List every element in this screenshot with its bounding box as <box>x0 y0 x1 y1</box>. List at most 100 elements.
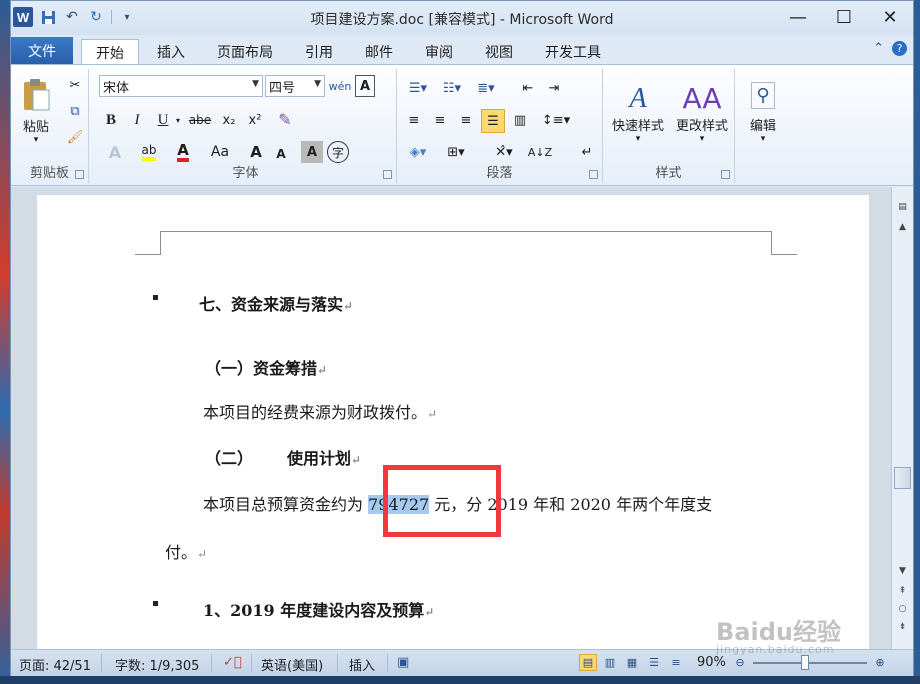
crop-mark-left <box>135 231 161 255</box>
tab-developer[interactable]: 开发工具 <box>535 39 611 65</box>
line-spacing-icon[interactable]: ↕≡▾ <box>541 109 571 131</box>
zoom-slider-track[interactable] <box>753 662 867 664</box>
change-styles-button[interactable]: AA 更改样式 ▾ <box>671 73 733 153</box>
zoom-level[interactable]: 90% <box>697 655 726 670</box>
chevron-down-icon[interactable]: ▾ <box>173 109 183 131</box>
previous-page-icon[interactable]: ⇞ <box>894 583 911 599</box>
highlight-color-icon[interactable]: ab <box>135 141 163 163</box>
heading-funding-raise[interactable]: （一）资金筹措↵ <box>205 355 327 379</box>
heading-usage-plan[interactable]: （二） 使用计划↵ <box>205 445 361 469</box>
borders-icon[interactable]: ⊞▾ <box>441 141 471 163</box>
heading-funding-source[interactable]: 七、资金来源与落实↵ <box>199 291 353 315</box>
tab-home[interactable]: 开始 <box>81 39 139 65</box>
baidu-watermark: Baidu经验 jingyan.baidu.com <box>716 618 841 656</box>
character-border-icon[interactable]: A <box>355 75 375 97</box>
ruler-toggle-icon[interactable]: ▤ <box>894 199 911 215</box>
tab-page-layout[interactable]: 页面布局 <box>207 39 283 65</box>
cut-icon[interactable]: ✂ <box>65 75 85 95</box>
text-effects-icon[interactable]: A <box>101 141 129 163</box>
grow-font-button[interactable]: A <box>245 141 267 163</box>
document-page[interactable]: 七、资金来源与落实↵ （一）资金筹措↵ 本项目的经费来源为财政拨付。↵ （二）使… <box>37 195 869 649</box>
scrollbar-thumb[interactable] <box>894 467 911 489</box>
phonetic-guide-icon[interactable]: wén <box>329 75 352 97</box>
full-screen-reading-icon[interactable]: ▥ <box>601 654 619 671</box>
clipboard-launcher-icon[interactable] <box>75 170 84 179</box>
tab-mailings[interactable]: 邮件 <box>355 39 403 65</box>
superscript-button[interactable]: x² <box>245 109 265 131</box>
align-center-icon[interactable]: ≡ <box>429 109 451 131</box>
italic-button[interactable]: I <box>127 109 147 131</box>
status-separator <box>211 654 212 672</box>
clipboard-group: 粘贴 ▾ ✂ ⧉ 🖌 剪贴板 <box>11 69 89 183</box>
shading-icon[interactable]: ◈▾ <box>403 141 433 163</box>
minimize-button[interactable]: — <box>775 1 821 33</box>
heading-2019-construction[interactable]: 1、2019 年度建设内容及预算↵ <box>203 597 434 621</box>
tab-insert[interactable]: 插入 <box>147 39 195 65</box>
copy-icon[interactable]: ⧉ <box>65 101 85 121</box>
tab-file[interactable]: 文件 <box>11 37 73 65</box>
select-browse-object-icon[interactable]: ○ <box>894 601 911 617</box>
change-case-button[interactable]: Aa <box>203 141 237 163</box>
distributed-icon[interactable]: ▥ <box>509 109 531 131</box>
show-hide-marks-icon[interactable]: ↵ <box>577 141 597 163</box>
help-icon[interactable]: ? <box>892 41 907 56</box>
paste-dropdown-icon: ▾ <box>33 134 39 145</box>
strikethrough-button[interactable]: abe <box>187 109 213 131</box>
tab-references[interactable]: 引用 <box>295 39 343 65</box>
font-size-combo[interactable]: 四号 ▼ <box>265 75 325 97</box>
font-name-combo[interactable]: 宋体 ▼ <box>99 75 263 97</box>
multilevel-list-icon[interactable]: ≣▾ <box>471 77 501 99</box>
clear-formatting-icon[interactable]: ✎ <box>273 107 297 131</box>
vertical-scrollbar[interactable]: ▤ ▲ ▼ ⇞ ○ ⇟ <box>891 187 913 649</box>
font-launcher-icon[interactable] <box>383 170 392 179</box>
numbering-icon[interactable]: ☷▾ <box>437 77 467 99</box>
zoom-slider-thumb[interactable] <box>801 655 809 670</box>
page-count-status[interactable]: 页面: 42/51 <box>19 655 91 674</box>
paste-button[interactable]: 粘贴 ▾ <box>17 71 55 151</box>
bold-button[interactable]: B <box>101 109 121 131</box>
quick-styles-button[interactable]: A 快速样式 ▾ <box>607 73 669 153</box>
paragraph-funding-source[interactable]: 本项目的经费来源为财政拨付。↵ <box>203 399 437 423</box>
bullets-icon[interactable]: ☰▾ <box>403 77 433 99</box>
sort-icon[interactable]: A↓Z <box>528 141 552 163</box>
increase-indent-icon[interactable]: ⇥ <box>543 77 565 99</box>
paragraph-launcher-icon[interactable] <box>589 170 598 179</box>
character-shading-icon[interactable]: A <box>301 141 323 163</box>
tab-view[interactable]: 视图 <box>475 39 523 65</box>
print-layout-view-icon[interactable]: ▤ <box>579 654 597 671</box>
insert-mode-status[interactable]: 插入 <box>349 655 375 674</box>
language-status[interactable]: 英语(美国) <box>261 655 323 674</box>
draft-view-icon[interactable]: ≡ <box>667 654 685 671</box>
web-layout-icon[interactable]: ▦ <box>623 654 641 671</box>
scroll-up-icon[interactable]: ▲ <box>894 219 911 235</box>
chinese-layout-icon[interactable]: ✕̂▾ <box>489 141 519 163</box>
decrease-indent-icon[interactable]: ⇤ <box>517 77 539 99</box>
word-count-status[interactable]: 字数: 1/9,305 <box>115 655 199 674</box>
zoom-in-icon[interactable]: ⊕ <box>871 654 889 671</box>
subscript-button[interactable]: x₂ <box>219 109 239 131</box>
editing-button[interactable]: ⚲ 编辑 ▾ <box>743 73 783 153</box>
align-right-icon[interactable]: ≡ <box>455 109 477 131</box>
minimize-ribbon-icon[interactable]: ⌃ <box>873 41 884 56</box>
tab-review[interactable]: 审阅 <box>415 39 463 65</box>
quick-styles-label: 快速样式 <box>611 118 664 134</box>
macro-recording-icon[interactable]: ▣ <box>397 655 409 670</box>
outline-view-icon[interactable]: ☰ <box>645 654 663 671</box>
align-left-icon[interactable]: ≡ <box>403 109 425 131</box>
format-painter-icon[interactable]: 🖌 <box>65 127 85 147</box>
quick-styles-icon: A <box>629 82 647 114</box>
styles-launcher-icon[interactable] <box>721 170 730 179</box>
status-separator <box>101 654 102 672</box>
enclose-characters-icon[interactable]: 字 <box>327 141 349 163</box>
status-separator <box>387 654 388 672</box>
justify-icon[interactable]: ☰ <box>481 109 505 133</box>
next-page-icon[interactable]: ⇟ <box>894 619 911 635</box>
font-color-button[interactable]: A <box>169 141 197 163</box>
zoom-out-icon[interactable]: ⊖ <box>731 654 749 671</box>
proofing-icon[interactable]: ✓⃞ <box>223 655 242 670</box>
close-button[interactable]: ✕ <box>867 1 913 33</box>
underline-button[interactable]: U <box>153 109 173 131</box>
scroll-down-icon[interactable]: ▼ <box>894 563 911 579</box>
maximize-button[interactable]: ☐ <box>821 1 867 33</box>
paragraph-budget-continued[interactable]: 付。↵ <box>165 539 207 563</box>
